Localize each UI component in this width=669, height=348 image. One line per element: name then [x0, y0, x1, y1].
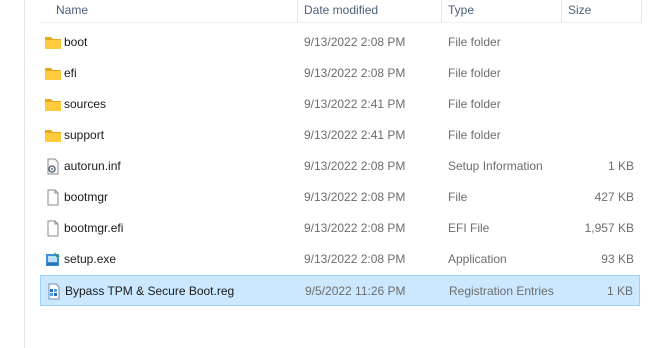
file-size: 427 KB — [594, 190, 634, 204]
file-row-bootmgr[interactable]: bootmgr 9/13/2022 2:08 PM File 427 KB — [40, 182, 640, 213]
column-header-date-modified[interactable]: Date modified — [304, 0, 378, 22]
file-date-modified: 9/13/2022 2:08 PM — [304, 221, 406, 235]
file-row-support[interactable]: support 9/13/2022 2:41 PM File folder — [40, 120, 640, 151]
folder-icon — [44, 127, 62, 144]
file-name: setup.exe — [64, 252, 117, 266]
file-date-modified: 9/13/2022 2:41 PM — [304, 97, 406, 111]
file-row-bypass-tpm-reg[interactable]: Bypass TPM & Secure Boot.reg 9/5/2022 11… — [40, 275, 640, 306]
blank-file-icon — [44, 189, 62, 206]
column-header-size[interactable]: Size — [568, 0, 591, 22]
navigation-pane-border — [24, 0, 25, 348]
column-divider[interactable] — [561, 0, 562, 22]
file-name: bootmgr — [64, 190, 109, 204]
column-divider[interactable] — [297, 0, 298, 22]
registry-file-icon — [45, 283, 63, 300]
file-size: 1,957 KB — [584, 221, 634, 235]
file-date-modified: 9/13/2022 2:08 PM — [304, 190, 406, 204]
file-type: File folder — [448, 97, 501, 111]
folder-icon — [44, 65, 62, 82]
file-name: efi — [64, 66, 77, 80]
folder-icon — [44, 96, 62, 113]
file-name: support — [64, 128, 105, 142]
file-name: sources — [64, 97, 107, 111]
file-type: File folder — [448, 66, 501, 80]
file-size: 1 KB — [607, 159, 634, 173]
file-date-modified: 9/13/2022 2:08 PM — [304, 252, 406, 266]
setup-info-file-icon — [44, 158, 62, 175]
file-row-efi[interactable]: efi 9/13/2022 2:08 PM File folder — [40, 58, 640, 89]
blank-file-icon — [44, 220, 62, 237]
file-row-setup-exe[interactable]: setup.exe 9/13/2022 2:08 PM Application … — [40, 244, 640, 275]
file-date-modified: 9/13/2022 2:08 PM — [304, 66, 406, 80]
column-header-bar: Name Date modified Type Size — [40, 0, 642, 22]
column-divider[interactable] — [441, 0, 442, 22]
header-divider — [40, 22, 642, 23]
file-type: File — [448, 190, 468, 204]
file-size: 93 KB — [601, 252, 634, 266]
file-name: bootmgr.efi — [64, 221, 124, 235]
file-list: boot 9/13/2022 2:08 PM File folder efi 9… — [40, 27, 640, 306]
column-header-name[interactable]: Name — [56, 0, 88, 22]
file-type: File folder — [448, 128, 501, 142]
file-date-modified: 9/5/2022 11:26 PM — [305, 284, 406, 298]
setup-exe-icon — [44, 251, 62, 268]
file-name: Bypass TPM & Secure Boot.reg — [65, 284, 235, 298]
file-row-bootmgr-efi[interactable]: bootmgr.efi 9/13/2022 2:08 PM EFI File 1… — [40, 213, 640, 244]
file-size: 1 KB — [606, 284, 633, 298]
file-type: Registration Entries — [449, 284, 554, 298]
folder-icon — [44, 34, 62, 51]
column-divider[interactable] — [641, 0, 642, 22]
file-date-modified: 9/13/2022 2:08 PM — [304, 35, 406, 49]
file-row-boot[interactable]: boot 9/13/2022 2:08 PM File folder — [40, 27, 640, 58]
file-row-autorun-inf[interactable]: autorun.inf 9/13/2022 2:08 PM Setup Info… — [40, 151, 640, 182]
file-type: Setup Information — [448, 159, 543, 173]
file-type: Application — [448, 252, 507, 266]
file-type: File folder — [448, 35, 501, 49]
column-header-type[interactable]: Type — [448, 0, 474, 22]
file-row-sources[interactable]: sources 9/13/2022 2:41 PM File folder — [40, 89, 640, 120]
file-name: boot — [64, 35, 88, 49]
file-date-modified: 9/13/2022 2:41 PM — [304, 128, 406, 142]
file-type: EFI File — [448, 221, 490, 235]
file-date-modified: 9/13/2022 2:08 PM — [304, 159, 406, 173]
file-name: autorun.inf — [64, 159, 121, 173]
